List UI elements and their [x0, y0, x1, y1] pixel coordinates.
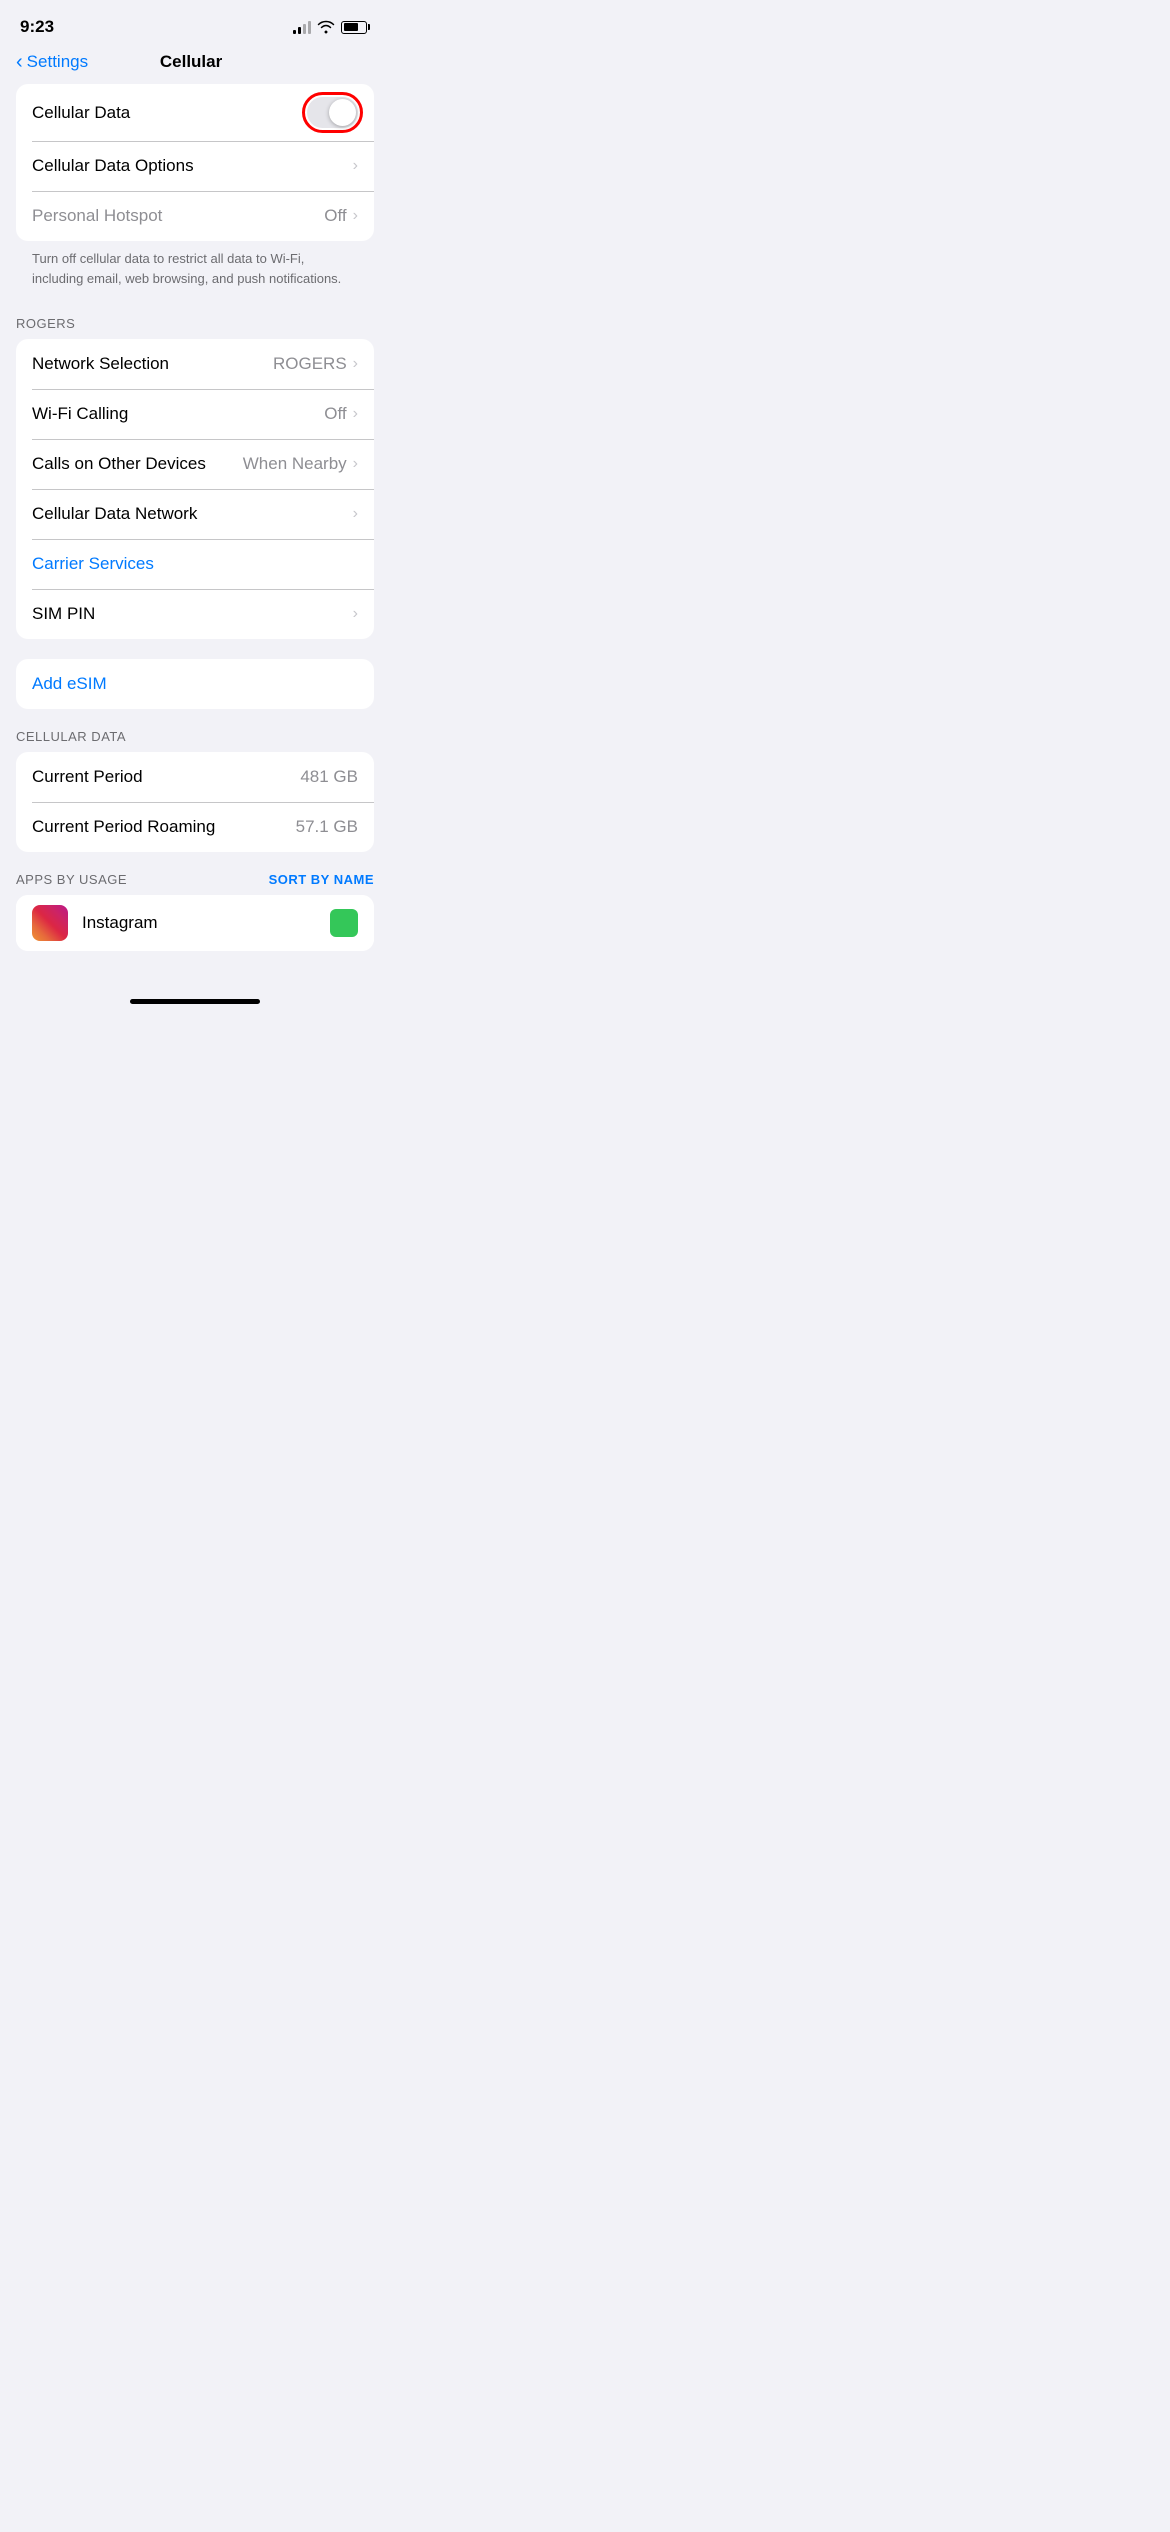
- esim-card: Add eSIM: [16, 659, 374, 709]
- calls-other-devices-right: When Nearby ›: [243, 454, 358, 474]
- cellular-data-toggle[interactable]: [307, 97, 358, 128]
- personal-hotspot-label: Personal Hotspot: [32, 206, 162, 226]
- battery-icon: [341, 21, 370, 34]
- personal-hotspot-right: Off ›: [324, 206, 358, 226]
- current-period-row: Current Period 481 GB: [16, 752, 374, 802]
- cellular-data-description: Turn off cellular data to restrict all d…: [16, 241, 374, 300]
- calls-other-devices-label: Calls on Other Devices: [32, 454, 206, 474]
- rogers-section-header: ROGERS: [0, 316, 390, 339]
- chevron-icon: ›: [353, 405, 358, 423]
- cellular-data-section-header: CELLULAR DATA: [0, 729, 390, 752]
- wifi-calling-label: Wi-Fi Calling: [32, 404, 128, 424]
- page-title: Cellular: [160, 52, 222, 72]
- chevron-icon: ›: [353, 505, 358, 523]
- apps-by-usage-header: APPS BY USAGE SORT BY NAME: [0, 860, 390, 895]
- current-period-value: 481 GB: [300, 767, 358, 787]
- personal-hotspot-value: Off: [324, 206, 346, 226]
- cellular-data-row[interactable]: Cellular Data: [16, 84, 374, 141]
- wifi-calling-row[interactable]: Wi-Fi Calling Off ›: [16, 389, 374, 439]
- toggle-thumb: [329, 99, 356, 126]
- current-period-label: Current Period: [32, 767, 143, 787]
- add-esim-row[interactable]: Add eSIM: [16, 659, 374, 709]
- current-period-right: 481 GB: [300, 767, 358, 787]
- wifi-calling-right: Off ›: [324, 404, 358, 424]
- calls-other-devices-value: When Nearby: [243, 454, 347, 474]
- cellular-data-options-right: ›: [353, 157, 358, 175]
- network-selection-row[interactable]: Network Selection ROGERS ›: [16, 339, 374, 389]
- status-time: 9:23: [20, 17, 54, 37]
- wifi-icon: [317, 20, 335, 34]
- carrier-services-label: Carrier Services: [32, 554, 154, 574]
- cellular-data-label: Cellular Data: [32, 103, 130, 123]
- cellular-data-network-right: ›: [353, 505, 358, 523]
- sort-by-name-button[interactable]: SORT BY NAME: [269, 872, 374, 887]
- chevron-icon: ›: [353, 207, 358, 225]
- apps-by-usage-label: APPS BY USAGE: [16, 872, 127, 887]
- personal-hotspot-row[interactable]: Personal Hotspot Off ›: [16, 191, 374, 241]
- apps-card: Instagram: [16, 895, 374, 951]
- instagram-icon: [32, 905, 68, 941]
- chevron-icon: ›: [353, 455, 358, 473]
- instagram-label: Instagram: [82, 913, 330, 933]
- back-chevron-icon: ‹: [16, 52, 23, 72]
- cellular-data-network-row[interactable]: Cellular Data Network ›: [16, 489, 374, 539]
- add-esim-label: Add eSIM: [32, 674, 107, 694]
- current-period-roaming-right: 57.1 GB: [296, 817, 358, 837]
- status-bar: 9:23: [0, 0, 390, 48]
- current-period-roaming-value: 57.1 GB: [296, 817, 358, 837]
- network-selection-value: ROGERS: [273, 354, 347, 374]
- carrier-services-row[interactable]: Carrier Services: [16, 539, 374, 589]
- current-period-roaming-row: Current Period Roaming 57.1 GB: [16, 802, 374, 852]
- nav-bar: ‹ Settings Cellular: [0, 48, 390, 84]
- sim-pin-right: ›: [353, 605, 358, 623]
- rogers-card: Network Selection ROGERS › Wi-Fi Calling…: [16, 339, 374, 639]
- cellular-data-options-row[interactable]: Cellular Data Options ›: [16, 141, 374, 191]
- home-indicator: [130, 999, 260, 1004]
- instagram-toggle[interactable]: [330, 909, 358, 937]
- cellular-data-options-label: Cellular Data Options: [32, 156, 194, 176]
- cellular-data-stats-section: Current Period 481 GB Current Period Roa…: [16, 752, 374, 852]
- apps-section: Instagram: [16, 895, 374, 951]
- instagram-row[interactable]: Instagram: [16, 895, 374, 951]
- network-selection-label: Network Selection: [32, 354, 169, 374]
- sim-pin-row[interactable]: SIM PIN ›: [16, 589, 374, 639]
- chevron-icon: ›: [353, 157, 358, 175]
- sim-pin-label: SIM PIN: [32, 604, 95, 624]
- esim-section: Add eSIM: [16, 659, 374, 709]
- status-icons: [293, 20, 370, 34]
- cellular-data-network-label: Cellular Data Network: [32, 504, 197, 524]
- wifi-calling-value: Off: [324, 404, 346, 424]
- cellular-data-stats-card: Current Period 481 GB Current Period Roa…: [16, 752, 374, 852]
- rogers-section: Network Selection ROGERS › Wi-Fi Calling…: [16, 339, 374, 639]
- cellular-data-section: Cellular Data Cellular Data Options › Pe…: [16, 84, 374, 300]
- home-indicator-bar: [0, 991, 390, 1012]
- current-period-roaming-label: Current Period Roaming: [32, 817, 215, 837]
- back-label: Settings: [27, 52, 88, 72]
- calls-other-devices-row[interactable]: Calls on Other Devices When Nearby ›: [16, 439, 374, 489]
- network-selection-right: ROGERS ›: [273, 354, 358, 374]
- signal-icon: [293, 20, 311, 34]
- cellular-data-card: Cellular Data Cellular Data Options › Pe…: [16, 84, 374, 241]
- back-button[interactable]: ‹ Settings: [16, 52, 88, 72]
- chevron-icon: ›: [353, 605, 358, 623]
- chevron-icon: ›: [353, 355, 358, 373]
